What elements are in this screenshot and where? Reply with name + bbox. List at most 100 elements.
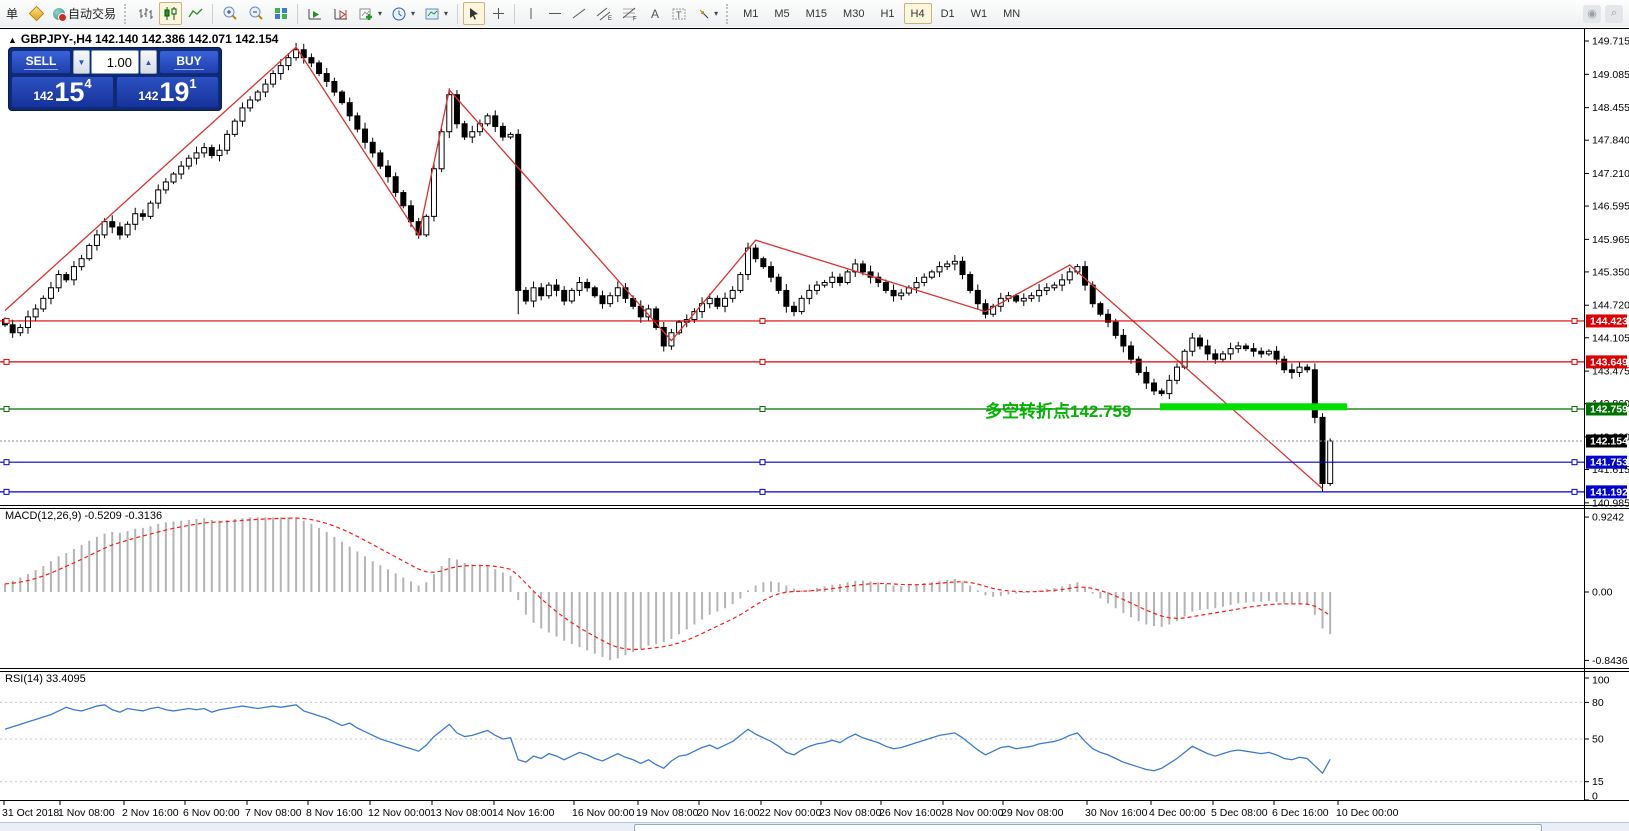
volume-decrease-button[interactable]: ▼ <box>73 50 90 74</box>
trendline-button[interactable] <box>568 2 590 25</box>
channel-button[interactable]: E <box>592 2 616 25</box>
timeframe-h1[interactable]: H1 <box>873 3 901 24</box>
sell-price-small: 142 <box>33 89 53 103</box>
svg-text:147.210: 147.210 <box>1592 168 1629 180</box>
svg-text:26 Nov 16:00: 26 Nov 16:00 <box>879 807 942 819</box>
chart-canvas[interactable]: 149.715149.085148.455147.840147.210146.5… <box>0 0 1629 831</box>
autotrading-label: 自动交易 <box>68 5 116 22</box>
svg-text:0.9242: 0.9242 <box>1592 512 1624 524</box>
toolbar-separator <box>212 4 213 24</box>
svg-text:149.085: 149.085 <box>1592 69 1629 81</box>
svg-text:100: 100 <box>1592 675 1610 687</box>
buy-price-small: 142 <box>138 89 158 103</box>
svg-text:80: 80 <box>1592 697 1604 709</box>
panel-collapse-arrow[interactable]: ▲ <box>8 35 17 45</box>
dropdown-arrow-icon: ▾ <box>714 9 718 18</box>
svg-text:50: 50 <box>1592 734 1604 746</box>
clock-icon <box>392 7 407 21</box>
buy-price-button[interactable]: 142 19 1 <box>116 76 219 108</box>
svg-text:T: T <box>676 10 682 20</box>
line-chart-icon <box>188 7 203 20</box>
search-icon[interactable]: ⌕ <box>1605 5 1623 23</box>
trendline-icon <box>572 7 586 20</box>
svg-text:1 Nov 08:00: 1 Nov 08:00 <box>58 807 115 819</box>
svg-text:149.715: 149.715 <box>1592 36 1629 48</box>
equidistant-channel-icon: E <box>596 7 612 21</box>
volume-increase-button[interactable]: ▲ <box>140 50 157 74</box>
periods-button[interactable]: ▾ <box>388 2 419 25</box>
text-button[interactable]: A <box>644 2 666 25</box>
timeframe-m5[interactable]: M5 <box>767 3 796 24</box>
arrows-button[interactable]: ▾ <box>693 2 722 25</box>
horizontal-scrollbar[interactable] <box>0 822 1629 831</box>
dropdown-arrow-icon: ▾ <box>444 9 448 18</box>
svg-text:20 Nov 16:00: 20 Nov 16:00 <box>697 807 760 819</box>
toolbar-grip <box>124 4 130 24</box>
timeframe-m15[interactable]: M15 <box>799 3 834 24</box>
svg-text:148.455: 148.455 <box>1592 102 1629 114</box>
timeframe-m30[interactable]: M30 <box>836 3 871 24</box>
svg-text:19 Nov 08:00: 19 Nov 08:00 <box>636 807 699 819</box>
community-icon[interactable]: ◉ <box>1583 5 1601 23</box>
svg-text:5 Dec 08:00: 5 Dec 08:00 <box>1211 807 1268 819</box>
bar-chart-icon <box>138 7 153 20</box>
svg-text:141.753: 141.753 <box>1590 457 1628 469</box>
zoom-out-button[interactable] <box>244 2 268 25</box>
auto-scroll-button[interactable] <box>303 2 327 25</box>
dropdown-arrow-icon: ▾ <box>378 9 382 18</box>
cursor-button[interactable] <box>463 2 485 25</box>
toolbar-separator <box>514 4 515 24</box>
indicators-button[interactable]: ▾ <box>355 2 386 25</box>
toolbar-separator <box>297 4 298 24</box>
scrollbar-thumb[interactable] <box>634 824 1542 831</box>
horizontal-line-icon <box>548 7 562 20</box>
one-click-trading-panel: SELL ▼ 1.00 ▲ BUY 142 15 4 142 19 1 <box>8 47 222 111</box>
svg-text:E: E <box>608 16 612 21</box>
templates-button[interactable]: ▾ <box>421 2 452 25</box>
chart-shift-button[interactable] <box>329 2 353 25</box>
autotrading-icon <box>53 8 65 20</box>
zoom-out-icon <box>248 6 264 21</box>
svg-text:146.595: 146.595 <box>1592 201 1629 213</box>
svg-text:F: F <box>633 16 637 21</box>
sell-button[interactable]: SELL <box>11 50 71 74</box>
vertical-line-button[interactable] <box>520 2 542 25</box>
horizontal-line-button[interactable] <box>544 2 566 25</box>
tile-windows-icon <box>274 7 288 20</box>
sell-price-button[interactable]: 142 15 4 <box>11 76 114 108</box>
metaeditor-button[interactable] <box>25 2 47 25</box>
svg-text:145.350: 145.350 <box>1592 266 1629 278</box>
svg-text:145.965: 145.965 <box>1592 234 1629 246</box>
svg-text:7 Nov 08:00: 7 Nov 08:00 <box>245 807 302 819</box>
crosshair-button[interactable] <box>487 2 509 25</box>
arrows-icon <box>697 7 710 20</box>
buy-price-sup: 1 <box>189 76 196 91</box>
rsi-indicator-label: RSI(14) 33.4095 <box>5 673 86 685</box>
autotrading-button[interactable]: 自动交易 <box>49 2 120 25</box>
bar-chart-button[interactable] <box>134 2 157 25</box>
template-icon <box>425 7 440 21</box>
zoom-in-button[interactable] <box>218 2 242 25</box>
symbol-title: ▲GBPJPY-,H4 142.140 142.386 142.071 142.… <box>8 32 278 46</box>
timeframe-m1[interactable]: M1 <box>736 3 765 24</box>
chart-shift-icon <box>333 7 349 21</box>
buy-button[interactable]: BUY <box>159 50 219 74</box>
auto-scroll-icon <box>307 7 323 21</box>
timeframe-mn[interactable]: MN <box>996 3 1027 24</box>
svg-text:10 Dec 00:00: 10 Dec 00:00 <box>1336 807 1399 819</box>
timeframe-h4[interactable]: H4 <box>904 3 932 24</box>
timeframe-w1[interactable]: W1 <box>964 3 995 24</box>
line-chart-button[interactable] <box>184 2 207 25</box>
fibonacci-button[interactable]: F <box>618 2 642 25</box>
tile-windows-button[interactable] <box>270 2 292 25</box>
volume-input[interactable]: 1.00 <box>91 50 139 74</box>
text-label-button[interactable]: T <box>668 2 691 25</box>
dropdown-arrow-icon: ▾ <box>411 9 415 18</box>
candlestick-chart-button[interactable] <box>159 2 182 25</box>
svg-text:144.720: 144.720 <box>1592 300 1629 312</box>
svg-text:15: 15 <box>1592 776 1604 788</box>
svg-text:2 Nov 16:00: 2 Nov 16:00 <box>122 807 179 819</box>
svg-text:142.154: 142.154 <box>1590 435 1628 447</box>
new-order-button[interactable]: 单 <box>1 2 23 25</box>
timeframe-d1[interactable]: D1 <box>934 3 962 24</box>
